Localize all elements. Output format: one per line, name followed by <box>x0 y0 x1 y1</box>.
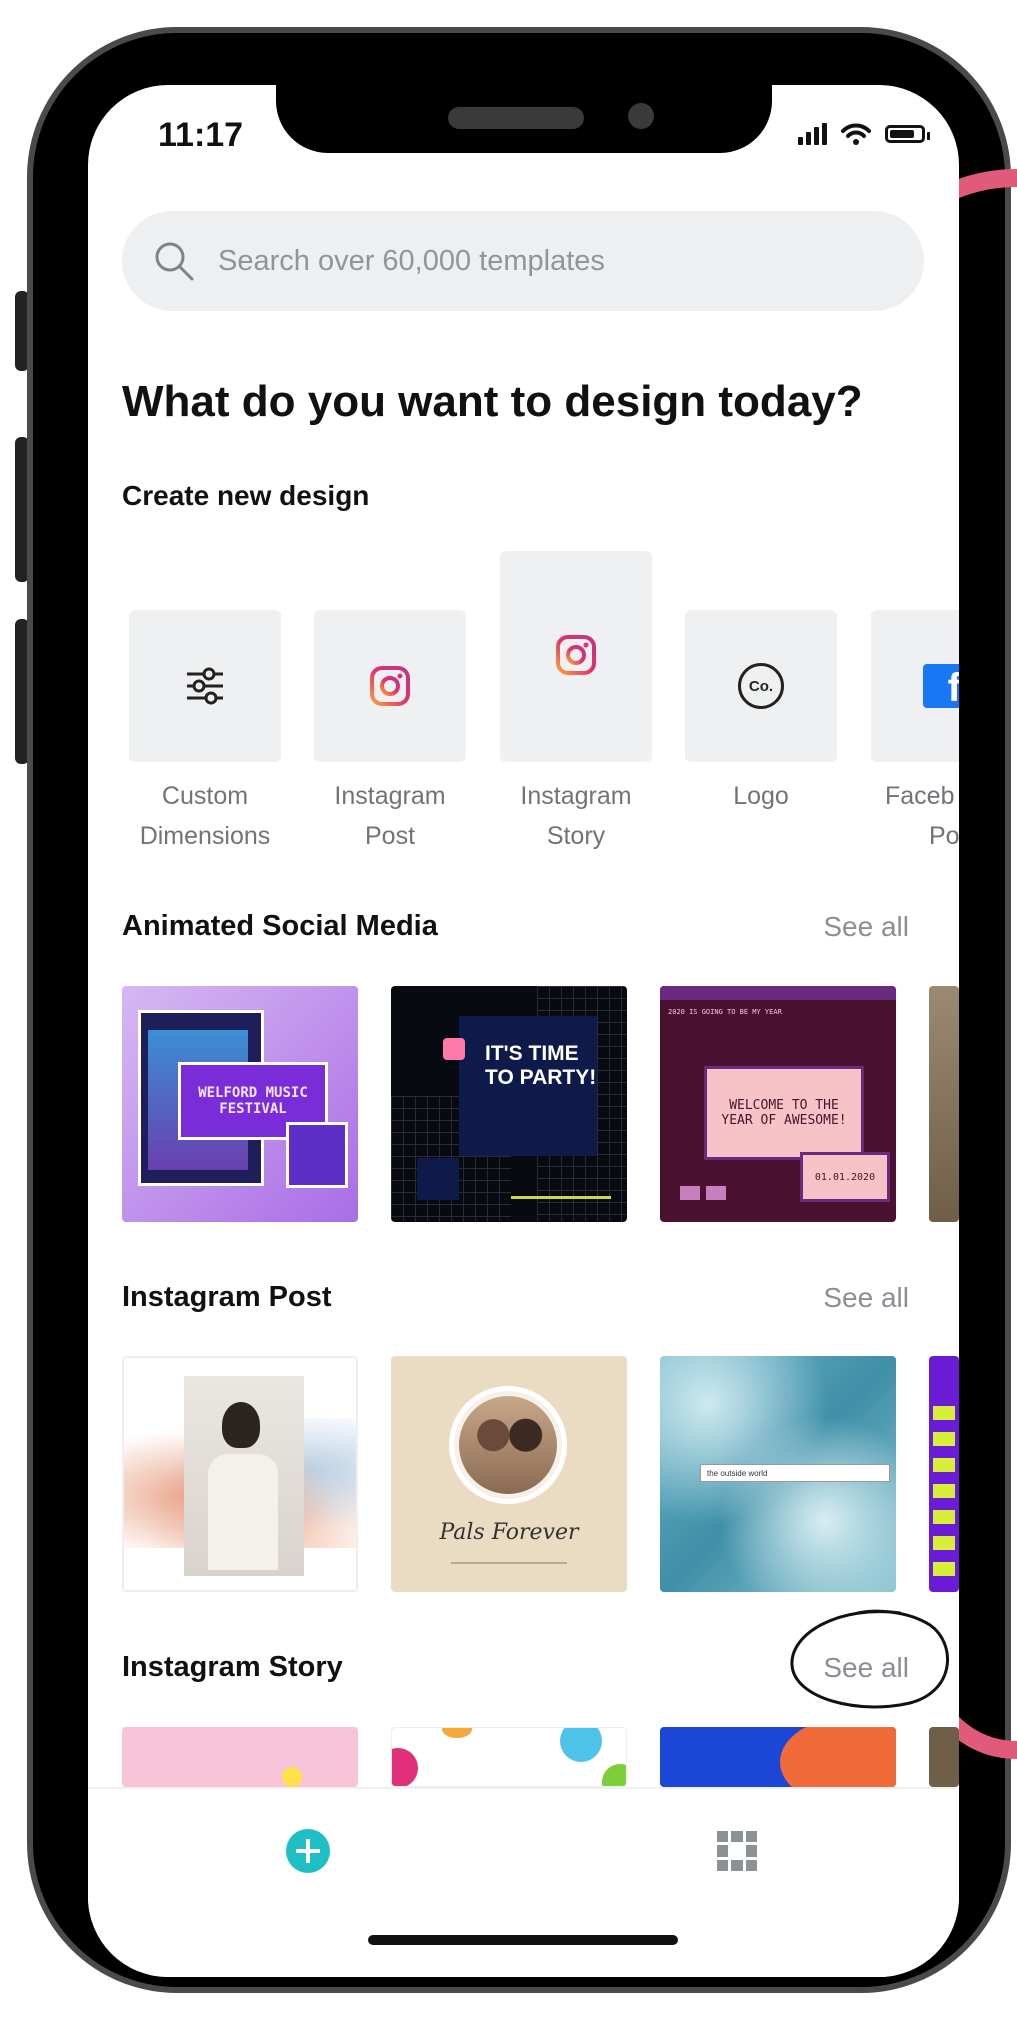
bottom-tab-bar <box>88 1787 959 1977</box>
template-the-outside-world[interactable]: the outside world <box>660 1356 896 1592</box>
status-time: 11:17 <box>158 116 244 154</box>
design-tile[interactable]: Co. <box>685 610 837 762</box>
wifi-icon <box>841 123 871 145</box>
template-animated-partial[interactable] <box>929 986 959 1222</box>
template-pals-forever[interactable]: Pals Forever <box>391 1356 627 1592</box>
template-story-pink[interactable] <box>122 1727 358 1787</box>
create-facebook-post[interactable]: f Faceb Pos <box>871 610 959 856</box>
create-instagram-post[interactable]: Instagram Post <box>314 610 466 856</box>
template-story-dots[interactable] <box>391 1727 627 1787</box>
template-watercolor-portrait[interactable] <box>122 1356 358 1592</box>
design-tile[interactable] <box>500 551 652 762</box>
section-title-instagram-post: Instagram Post <box>122 1281 332 1313</box>
design-tile[interactable]: f <box>871 610 959 762</box>
design-tile[interactable] <box>314 610 466 762</box>
status-icons <box>798 123 930 145</box>
create-design-heading: Create new design <box>122 480 370 511</box>
battery-icon <box>885 125 930 143</box>
create-custom-dimensions[interactable]: Custom Dimensions <box>129 610 281 856</box>
template-its-time-to-party[interactable]: IT'S TIME TO PARTY! <box>391 986 627 1222</box>
sliders-icon <box>187 667 223 705</box>
home-indicator[interactable] <box>368 1935 678 1945</box>
front-camera <box>628 103 654 129</box>
annotation-circle <box>790 1609 950 1709</box>
template-story-blue-orange[interactable] <box>660 1727 896 1787</box>
design-label: Custom Dimensions <box>139 782 271 850</box>
see-all-instagram-post[interactable]: See all <box>823 1282 909 1314</box>
speaker-grille <box>448 107 584 129</box>
logo-co-icon: Co. <box>738 663 784 709</box>
section-title-instagram-story: Instagram Story <box>122 1651 343 1683</box>
facebook-icon: f <box>923 664 959 708</box>
see-all-animated-social[interactable]: See all <box>823 911 909 943</box>
create-instagram-story[interactable]: Instagram Story <box>500 551 652 856</box>
template-instagram-partial[interactable] <box>929 1356 959 1592</box>
create-logo[interactable]: Co. Logo <box>685 610 837 816</box>
notch <box>276 85 772 153</box>
section-title-animated-social: Animated Social Media <box>122 910 438 942</box>
design-label: Instagram Story <box>520 782 632 850</box>
app-screen: 11:17 Search over 60,000 templates What … <box>88 85 959 1977</box>
search-input[interactable]: Search over 60,000 templates <box>218 245 605 278</box>
instagram-icon <box>370 666 410 706</box>
instagram-icon <box>556 635 596 675</box>
template-welcome-to-year-of-awesome[interactable]: 2020 IS GOING TO BE MY YEAR WELCOME TO T… <box>660 986 896 1222</box>
search-bar[interactable]: Search over 60,000 templates <box>122 211 924 311</box>
design-label: Instagram Post <box>334 782 446 850</box>
grid-icon[interactable] <box>717 1831 757 1871</box>
signal-icon <box>798 123 827 145</box>
design-label: Logo <box>733 782 789 810</box>
design-label: Faceb Pos <box>885 782 959 850</box>
page-title: What do you want to design today? <box>122 377 863 426</box>
design-tile[interactable] <box>129 610 281 762</box>
template-welford-music-festival[interactable]: WELFORD MUSIC FESTIVAL <box>122 986 358 1222</box>
search-icon <box>155 242 194 281</box>
template-story-partial[interactable] <box>929 1727 959 1787</box>
add-circle-icon[interactable] <box>286 1829 330 1873</box>
